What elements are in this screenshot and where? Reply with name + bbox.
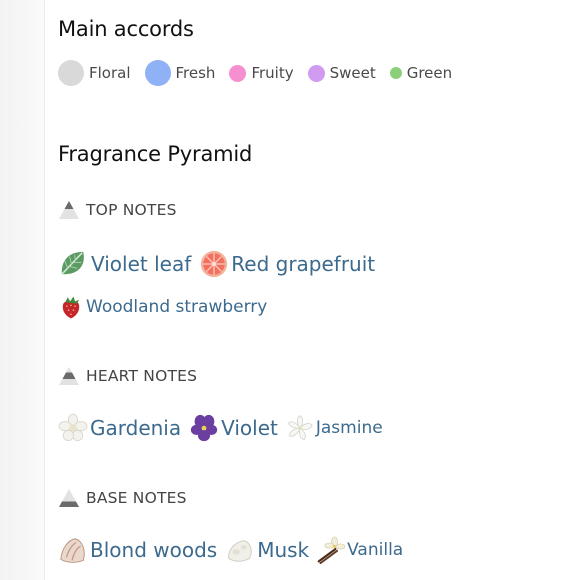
note-violet[interactable]: Violet [189,413,278,443]
top-notes-row-2: Woodland strawberry [58,294,275,320]
note-name: Blond woods [90,538,218,562]
note-name: Woodland strawberry [86,297,268,317]
jasmine-icon [288,415,313,440]
accord-fruity: Fruity [229,64,294,82]
top-notes-row-1: Violet leaf Red grapefruit [58,248,383,279]
accord-dot [58,60,84,86]
violet-flower-icon [191,414,218,442]
base-notes-header: BASE NOTES [58,488,187,508]
fragrance-pyramid-heading: Fragrance Pyramid [58,142,253,166]
pyramid-top-icon [59,201,79,219]
main-accords-list: Floral Fresh Fruity Sweet Green [58,60,466,86]
note-vanilla[interactable]: Vanilla [317,536,403,564]
gardenia-icon [58,413,88,442]
accord-label: Fruity [251,64,294,82]
vanilla-icon [317,536,346,564]
note-name: Musk [257,538,310,562]
note-name: Red grapefruit [231,251,376,276]
base-notes-row: Blond woods Musk Vanilla [58,535,411,565]
accord-dot [307,64,325,82]
note-name: Jasmine [315,418,383,438]
main-accords-heading: Main accords [58,17,194,41]
accord-dot [389,67,402,79]
top-notes-header: TOP NOTES [58,200,177,220]
left-gutter [0,0,45,580]
note-gardenia[interactable]: Gardenia [58,413,181,443]
accord-sweet: Sweet [307,64,376,82]
accord-floral: Floral [58,60,131,86]
accord-label: Fresh [175,64,216,82]
accord-label: Green [406,64,453,82]
accord-dot [144,60,171,86]
strawberry-icon [62,296,80,319]
pyramid-base-icon [59,489,79,507]
accord-dot [229,64,247,82]
note-woodland-strawberry[interactable]: Woodland strawberry [58,294,267,320]
heart-notes-label: HEART NOTES [86,367,198,385]
top-notes-label: TOP NOTES [86,201,177,219]
fragrance-panel: Main accords Floral Fresh Fruity Sweet G… [58,0,580,580]
musk-icon [228,540,252,562]
violet-leaf-icon [61,251,84,275]
pyramid-heart-icon [59,367,79,385]
heart-notes-header: HEART NOTES [58,366,197,386]
note-blond-woods[interactable]: Blond woods [58,535,217,565]
note-red-grapefruit[interactable]: Red grapefruit [199,249,375,279]
accord-label: Sweet [329,64,376,82]
note-name: Vanilla [347,540,404,560]
note-jasmine[interactable]: Jasmine [286,414,383,442]
note-musk[interactable]: Musk [225,535,309,565]
note-name: Violet [221,416,278,440]
heart-notes-row: Gardenia Violet Jasmine [58,413,391,443]
accord-fresh: Fresh [144,60,216,86]
base-notes-label: BASE NOTES [86,489,187,507]
note-name: Violet leaf [91,251,192,276]
note-name: Gardenia [90,416,182,440]
note-violet-leaf[interactable]: Violet leaf [58,248,191,279]
accord-green: Green [389,64,453,82]
grapefruit-icon [201,250,228,277]
blond-woods-icon [60,538,85,563]
accord-label: Floral [89,64,131,82]
